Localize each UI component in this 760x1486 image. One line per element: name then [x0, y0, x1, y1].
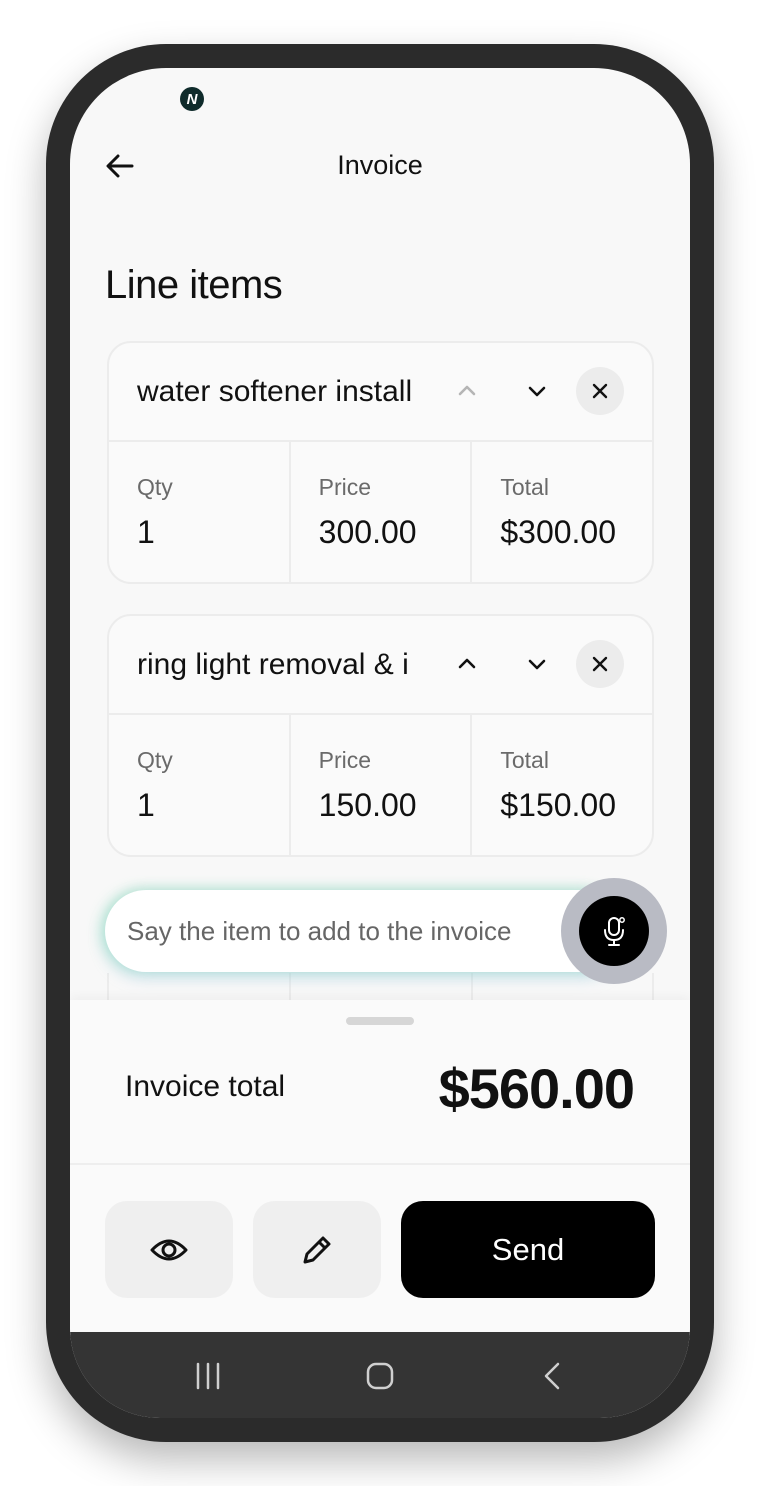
microphone-button-ring [561, 878, 667, 984]
home-button[interactable] [360, 1356, 400, 1396]
move-down-button[interactable] [513, 367, 561, 415]
recents-icon [196, 1362, 220, 1390]
chevron-down-icon [528, 659, 546, 670]
line-item-card: water softener install Qty 1 Price 300.0… [107, 341, 654, 584]
preview-button[interactable] [105, 1201, 233, 1298]
line-item-header: ring light removal & i [109, 616, 652, 715]
move-down-button[interactable] [513, 640, 561, 688]
qty-value: 1 [137, 514, 155, 550]
remove-item-button[interactable] [576, 640, 624, 688]
price-field[interactable]: Price 300.00 [291, 442, 473, 582]
total-field: Total $300.00 [472, 442, 652, 582]
app-screen: N Invoice Line items water softener inst… [70, 68, 690, 1418]
qty-field[interactable]: Qty 1 [109, 442, 291, 582]
home-icon [366, 1362, 394, 1390]
price-label: Price [318, 474, 372, 500]
close-icon [592, 656, 608, 672]
edit-button[interactable] [253, 1201, 381, 1298]
total-field: Total $150.00 [472, 715, 652, 855]
price-value: 300.00 [318, 514, 417, 550]
qty-value: 1 [137, 787, 155, 823]
line-item-name[interactable]: water softener install [137, 375, 427, 409]
remove-item-button[interactable] [576, 367, 624, 415]
system-back-button[interactable] [533, 1356, 573, 1396]
qty-label: Qty [137, 474, 173, 500]
qty-field[interactable]: Qty 1 [109, 715, 291, 855]
system-navigation-bar [70, 1332, 690, 1418]
total-label: Total [500, 747, 549, 773]
divider [70, 1163, 690, 1165]
pencil-icon [303, 1236, 331, 1263]
line-item-fields: Qty 1 Price 300.00 Total $300.00 [109, 442, 652, 582]
n-logo-icon: N [180, 87, 204, 111]
total-value: $300.00 [500, 514, 617, 550]
line-item-name[interactable]: ring light removal & i [137, 648, 427, 682]
eye-icon [150, 1239, 188, 1260]
microphone-icon [604, 917, 625, 946]
page-title: Invoice [337, 150, 423, 180]
total-label: Total [500, 474, 549, 500]
price-value: 150.00 [318, 787, 417, 823]
line-item-card: ring light removal & i Qty 1 Price 150.0… [107, 614, 654, 857]
send-button[interactable]: Send [401, 1201, 655, 1298]
invoice-total-value: $560.00 [438, 1057, 635, 1120]
microphone-button[interactable] [579, 896, 649, 966]
recents-button[interactable] [188, 1356, 228, 1396]
price-field[interactable]: Price 150.00 [291, 715, 473, 855]
section-title: Line items [105, 263, 283, 307]
qty-label: Qty [137, 747, 173, 773]
sheet-handle[interactable] [346, 1017, 414, 1025]
chevron-up-icon [458, 385, 476, 396]
invoice-summary-sheet: Invoice total $560.00 Send [70, 1000, 690, 1335]
price-label: Price [318, 747, 372, 773]
invoice-total-label: Invoice total [125, 1070, 286, 1103]
move-up-button[interactable] [443, 640, 491, 688]
line-item-fields: Qty 1 Price 150.00 Total $150.00 [109, 715, 652, 855]
line-item-header: water softener install [109, 343, 652, 442]
move-up-button[interactable] [443, 367, 491, 415]
total-value: $150.00 [500, 787, 617, 823]
chevron-up-icon [458, 658, 476, 669]
close-icon [592, 383, 608, 399]
voice-input-placeholder: Say the item to add to the invoice [127, 916, 512, 946]
chevron-left-icon [544, 1362, 560, 1390]
chevron-down-icon [528, 386, 546, 397]
voice-input[interactable]: Say the item to add to the invoice [105, 890, 625, 972]
